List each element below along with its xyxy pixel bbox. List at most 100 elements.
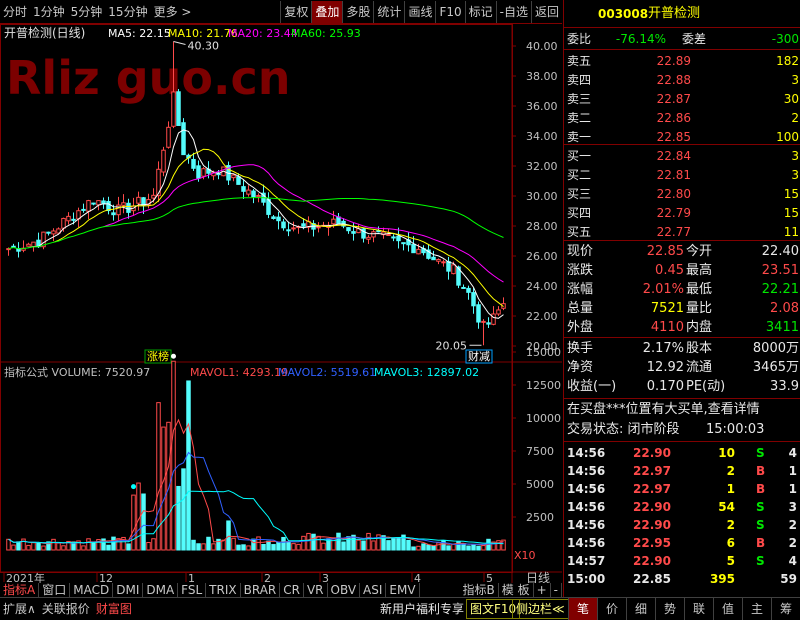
toolbar-tab-3[interactable]: 15分钟 xyxy=(105,1,150,23)
tick-time: 14:56 xyxy=(567,482,606,496)
indicator-tab-7[interactable]: BRAR xyxy=(241,583,281,597)
big-order-notice[interactable]: 在买盘***位置有大买单,查看详情 xyxy=(564,401,800,419)
bid-price: 22.84 xyxy=(656,149,691,163)
tick-price: 22.95 xyxy=(633,536,671,550)
indicator-tab-12[interactable]: EMV xyxy=(386,583,420,597)
candle-body xyxy=(46,231,51,234)
bid-row: 买一 22.84 3 xyxy=(564,147,800,165)
promo-link[interactable]: 新用户福利专享 xyxy=(377,598,467,620)
tick-count: 1 xyxy=(788,464,797,478)
candle-body xyxy=(276,216,281,222)
price-axis-label: 26.00 xyxy=(526,250,558,263)
tick-price: 22.97 xyxy=(633,464,671,478)
detail-tab-7[interactable]: 筹 xyxy=(771,598,800,620)
volume-bar xyxy=(196,543,201,551)
detail-tab-6[interactable]: 主 xyxy=(742,598,771,620)
indicator-tab-15[interactable]: + xyxy=(534,583,551,597)
indicator-tab-6[interactable]: TRIX xyxy=(206,583,241,597)
candle-body xyxy=(141,197,146,206)
toolbar-action-7[interactable]: -自选 xyxy=(495,0,531,23)
indicator-tab-0[interactable]: 指标A xyxy=(0,583,40,597)
indicator-tab-4[interactable]: DMA xyxy=(143,583,179,597)
toolbar-action-3[interactable]: 统计 xyxy=(373,0,404,23)
volume-bar xyxy=(426,544,431,551)
ask-row: 卖二 22.86 2 xyxy=(564,109,800,127)
volume-bar xyxy=(16,541,21,551)
kline-chart[interactable]: 40.00 38.00 36.00 34.00 32.00 30.00 28.00 26.00… xyxy=(0,24,562,597)
toolbar-action-2[interactable]: 多股 xyxy=(342,0,373,23)
detail-tab-3[interactable]: 势 xyxy=(655,598,684,620)
indicator-tab-16[interactable]: - xyxy=(551,583,562,597)
volume-bar xyxy=(411,546,416,551)
detail-tab-0[interactable]: 笔 xyxy=(568,598,597,620)
toolbar-action-8[interactable]: 返回 xyxy=(530,0,562,23)
volume-bar xyxy=(26,544,31,551)
indicator-tab-14[interactable]: 模 板 xyxy=(499,583,534,597)
candle-body xyxy=(166,126,171,148)
candle-body xyxy=(171,91,176,127)
indicator-tab-1[interactable]: 窗口 xyxy=(39,583,71,597)
indicator-tab-13[interactable]: 指标B xyxy=(460,583,499,597)
toolbar-tab-1[interactable]: 1分钟 xyxy=(30,1,68,23)
quote-value: 7521 xyxy=(650,301,684,316)
volume-bar xyxy=(436,542,441,551)
fund-label: 收益(一) xyxy=(567,379,617,394)
volume-bar xyxy=(31,541,36,551)
indicator-tab-8[interactable]: CR xyxy=(280,583,304,597)
candle-body xyxy=(231,174,236,179)
indicator-tab-5[interactable]: FSL xyxy=(178,583,207,597)
detail-tab-1[interactable]: 价 xyxy=(597,598,626,620)
volume-bar xyxy=(106,544,111,551)
volume-bar xyxy=(386,540,391,551)
toolbar-tab-2[interactable]: 5分钟 xyxy=(68,1,106,23)
bid-price: 22.80 xyxy=(656,187,691,201)
ask-price: 22.89 xyxy=(656,54,691,68)
tick-side: S xyxy=(756,554,765,568)
detail-tab-2[interactable]: 细 xyxy=(626,598,655,620)
indicator-tab-3[interactable]: DMI xyxy=(113,583,144,597)
toolbar-action-4[interactable]: 画线 xyxy=(404,0,435,23)
toolbar-tab-4[interactable]: 更多 > xyxy=(151,1,195,23)
wealth-map-button[interactable]: 财富图 xyxy=(93,598,135,620)
volume-bar xyxy=(431,545,436,551)
indicator-tab-9[interactable]: VR xyxy=(304,583,328,597)
indicator-tab-2[interactable]: MACD xyxy=(70,583,114,597)
volume-bar xyxy=(481,545,486,551)
bid-volume: 3 xyxy=(791,149,799,163)
tick-side: B xyxy=(756,464,766,478)
candle-body xyxy=(331,218,336,225)
peak-marker xyxy=(171,353,176,359)
toolbar-action-6[interactable]: 标记 xyxy=(464,0,496,23)
volume-bar xyxy=(406,539,411,551)
toolbar-action-0[interactable]: 复权 xyxy=(280,0,311,23)
detail-tab-4[interactable]: 联 xyxy=(684,598,713,620)
tag-left[interactable]: 涨榜 xyxy=(147,349,169,363)
candle-body xyxy=(336,216,341,225)
tag-right[interactable]: 财减 xyxy=(468,349,490,363)
stock-name: 开普检测 xyxy=(648,6,701,21)
expand-button[interactable]: 扩展∧ xyxy=(0,598,39,620)
ask-volume: 182 xyxy=(776,54,799,68)
indicator-tab-11[interactable]: ASI xyxy=(360,583,387,597)
candle-body xyxy=(96,200,101,206)
weicha-value: -300 xyxy=(771,32,799,46)
related-quote-button[interactable]: 关联报价 xyxy=(39,598,93,620)
volume-bar xyxy=(266,540,271,551)
quote-label: 涨跌 xyxy=(567,263,594,278)
volume-bar xyxy=(231,537,236,551)
candle-body xyxy=(346,227,351,232)
volume-bar xyxy=(286,541,291,551)
toolbar-tab-0[interactable]: 分时 xyxy=(0,1,30,23)
candle-body xyxy=(196,165,201,179)
indicator-tab-10[interactable]: OBV xyxy=(328,583,361,597)
bid-row: 买五 22.77 11 xyxy=(564,223,800,241)
sidebar-toggle[interactable]: 侧边栏≪ xyxy=(512,599,569,619)
indicator-tabs: 指标A 窗口 MACD DMI DMA FSL TRIX BRAR CR VR OBV ASI EMV 指… xyxy=(0,583,562,597)
bid-row: 买三 22.80 15 xyxy=(564,185,800,203)
tick-count: 59 xyxy=(780,572,797,586)
detail-tab-5[interactable]: 值 xyxy=(713,598,742,620)
toolbar-action-1[interactable]: 叠加 xyxy=(311,0,343,23)
tick-volume: 54 xyxy=(718,500,735,514)
trade-status: 交易状态: 闭市阶段 15:00:03 xyxy=(567,422,765,437)
toolbar-action-5[interactable]: F10 xyxy=(435,0,464,23)
